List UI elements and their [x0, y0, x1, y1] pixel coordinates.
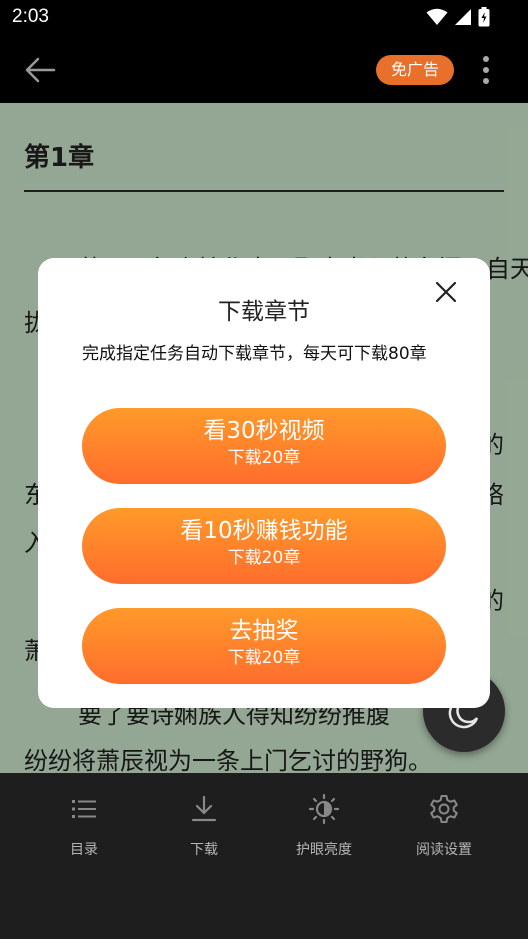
task-reward: 下载20章: [227, 648, 301, 668]
cellular-signal-icon: [455, 9, 471, 25]
wifi-icon: [426, 8, 448, 25]
download-chapters-dialog: 下载章节 完成指定任务自动下载章节，每天可下载80章 看30秒视频 下载20章 …: [38, 258, 490, 708]
gear-icon: [430, 795, 458, 823]
toolbar-label: 下载: [190, 842, 218, 858]
bottom-toolbar: 目录 下载 护眼亮度 阅读设置: [0, 773, 528, 939]
toolbar-item-reading-settings[interactable]: 阅读设置: [394, 793, 494, 859]
dialog-description: 完成指定任务自动下载章节，每天可下载80章: [82, 344, 427, 364]
task-reward: 下载20章: [227, 448, 301, 468]
back-button[interactable]: [22, 52, 58, 88]
toolbar-item-brightness[interactable]: 护眼亮度: [274, 793, 374, 859]
status-bar: 2:03: [0, 0, 528, 36]
toolbar-label: 阅读设置: [416, 842, 472, 858]
task-button-lottery[interactable]: 去抽奖 下载20章: [82, 608, 446, 684]
task-label: 看10秒赚钱功能: [180, 518, 348, 544]
toolbar-label: 目录: [70, 842, 98, 858]
battery-icon: [478, 7, 490, 27]
toolbar-item-download[interactable]: 下载: [154, 793, 254, 859]
download-icon: [191, 795, 217, 822]
task-button-watch-video[interactable]: 看30秒视频 下载20章: [82, 408, 446, 484]
toolbar-item-catalog[interactable]: 目录: [34, 793, 134, 859]
task-reward: 下载20章: [227, 548, 301, 568]
more-vert-icon: [483, 56, 489, 84]
app-bar: 免广告: [0, 36, 528, 103]
arrow-left-icon: [25, 57, 56, 83]
ad-free-button[interactable]: 免广告: [376, 55, 454, 85]
task-button-earn-money[interactable]: 看10秒赚钱功能 下载20章: [82, 508, 446, 584]
task-label: 去抽奖: [229, 618, 299, 644]
status-icons: [426, 7, 490, 27]
dialog-title: 下载章节: [218, 299, 310, 325]
more-options-button[interactable]: [474, 52, 498, 88]
task-label: 看30秒视频: [203, 418, 325, 444]
toolbar-label: 护眼亮度: [296, 842, 352, 858]
brightness-icon: [308, 793, 340, 825]
status-time: 2:03: [12, 6, 49, 27]
list-icon: [72, 800, 96, 818]
